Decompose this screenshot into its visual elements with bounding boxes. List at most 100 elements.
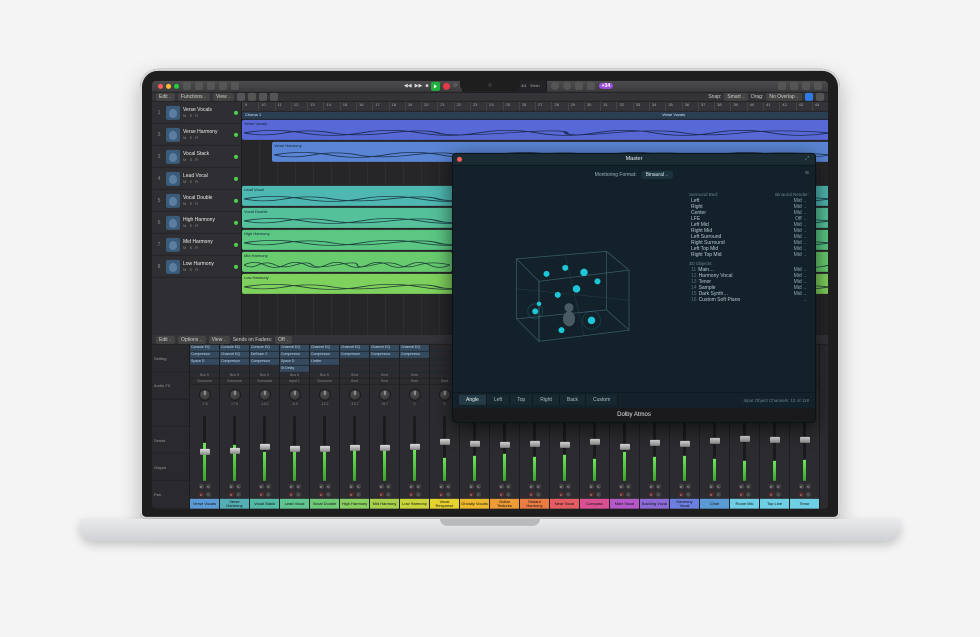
ruler-tick[interactable]: 13: [307, 102, 323, 111]
monitor-format-select[interactable]: Binaural: [641, 170, 674, 178]
channel-name[interactable]: High Harmony: [340, 498, 369, 508]
insert-slot[interactable]: DeEsser 2: [250, 352, 279, 359]
channel-name[interactable]: Vocal Double: [310, 498, 339, 508]
ruler-tick[interactable]: 34: [649, 102, 665, 111]
input-monitor-icon[interactable]: [234, 177, 238, 181]
view-menu[interactable]: View: [213, 93, 234, 101]
record-enable[interactable]: R: [709, 492, 714, 497]
track-header[interactable]: 3 Vocal StackM S R: [152, 146, 241, 168]
countin-icon[interactable]: [563, 82, 571, 90]
link-icon[interactable]: [270, 93, 278, 101]
ruler-tick[interactable]: 36: [682, 102, 698, 111]
insert-slot[interactable]: Compressor: [340, 352, 369, 359]
ruler-tick[interactable]: 23: [470, 102, 486, 111]
solo-button[interactable]: S: [296, 484, 301, 489]
play-button[interactable]: [431, 81, 440, 90]
solo-button[interactable]: S: [446, 484, 451, 489]
bar-ruler[interactable]: 9101112131415161718192021222324252627282…: [242, 102, 828, 112]
track-header[interactable]: 4 Lead VocalM S R: [152, 168, 241, 190]
input-monitor-icon[interactable]: [234, 155, 238, 159]
bed-channel-row[interactable]: Right Top MidMid: [689, 251, 809, 257]
record-enable[interactable]: R: [799, 492, 804, 497]
pan-knob[interactable]: [349, 389, 361, 401]
solo-button[interactable]: S: [626, 484, 631, 489]
solo-button[interactable]: S: [326, 484, 331, 489]
close-icon[interactable]: [158, 83, 163, 88]
input-button[interactable]: I: [266, 492, 271, 497]
track-header[interactable]: 8 Low HarmonyM S R: [152, 256, 241, 278]
toolbar-icon[interactable]: [231, 82, 239, 90]
input-button[interactable]: I: [656, 492, 661, 497]
ruler-tick[interactable]: 10: [258, 102, 274, 111]
record-enable[interactable]: R: [739, 492, 744, 497]
solo-button[interactable]: S: [686, 484, 691, 489]
insert-slot[interactable]: [400, 359, 429, 366]
ruler-tick[interactable]: 44: [812, 102, 828, 111]
input-button[interactable]: I: [386, 492, 391, 497]
insert-slot[interactable]: Channel EQ: [340, 345, 369, 352]
zoom-icon[interactable]: [805, 93, 813, 101]
mute-button[interactable]: M: [319, 484, 324, 489]
input-button[interactable]: I: [536, 492, 541, 497]
record-enable[interactable]: R: [289, 492, 294, 497]
ruler-tick[interactable]: 32: [616, 102, 632, 111]
solo-button[interactable]: S: [206, 484, 211, 489]
track-header[interactable]: 2 Verse HarmonyM S R: [152, 124, 241, 146]
insert-slot[interactable]: [250, 366, 279, 373]
mute-button[interactable]: M: [739, 484, 744, 489]
channel-strip[interactable]: Channel EQCompressorLimiter Bus 6 Surrou…: [310, 345, 340, 508]
insert-slot[interactable]: Channel EQ: [310, 345, 339, 352]
channel-name[interactable]: Ghostly Vocals: [460, 498, 489, 508]
record-enable[interactable]: R: [529, 492, 534, 497]
ruler-tick[interactable]: 29: [568, 102, 584, 111]
mixer-edit-menu[interactable]: Edit: [156, 336, 175, 344]
insert-slot[interactable]: Compressor: [310, 352, 339, 359]
insert-slot[interactable]: Space D: [280, 359, 309, 366]
mute-button[interactable]: M: [229, 484, 234, 489]
insert-slot[interactable]: Compressor: [250, 359, 279, 366]
record-enable[interactable]: R: [649, 492, 654, 497]
edit-menu[interactable]: Edit: [156, 93, 175, 101]
channel-name[interactable]: Low Harmony: [400, 498, 429, 508]
input-button[interactable]: I: [776, 492, 781, 497]
record-enable[interactable]: R: [589, 492, 594, 497]
ruler-tick[interactable]: 27: [535, 102, 551, 111]
insert-slot[interactable]: Console EQ: [190, 345, 219, 352]
ruler-tick[interactable]: 9: [242, 102, 258, 111]
insert-slot[interactable]: Compressor: [370, 352, 399, 359]
fader[interactable]: [370, 409, 399, 482]
master-vol-icon[interactable]: [587, 82, 595, 90]
channel-name[interactable]: Harmony Vocal: [670, 498, 699, 508]
ruler-tick[interactable]: 33: [633, 102, 649, 111]
insert-slot[interactable]: Compressor: [280, 352, 309, 359]
channel-strip[interactable]: Console EQCompressorSpace D Bus 5 Surrou…: [190, 345, 220, 508]
channel-name[interactable]: Top Line: [760, 498, 789, 508]
fader[interactable]: [340, 409, 369, 482]
mute-button[interactable]: M: [199, 484, 204, 489]
ruler-tick[interactable]: 14: [323, 102, 339, 111]
ruler-tick[interactable]: 22: [454, 102, 470, 111]
channel-name[interactable]: Vocal Response: [430, 498, 459, 508]
channel-name[interactable]: Choir: [700, 498, 729, 508]
mute-button[interactable]: M: [469, 484, 474, 489]
input-monitor-icon[interactable]: [234, 133, 238, 137]
mute-button[interactable]: M: [649, 484, 654, 489]
ruler-tick[interactable]: 43: [796, 102, 812, 111]
ruler-tick[interactable]: 38: [714, 102, 730, 111]
fader[interactable]: [220, 409, 249, 482]
input-monitor-icon[interactable]: [234, 111, 238, 115]
channel-strip[interactable]: Channel EQCompressor Smd Smd 0 MS RI Low…: [400, 345, 430, 508]
ruler-tick[interactable]: 42: [779, 102, 795, 111]
pan-knob[interactable]: [199, 389, 211, 401]
input-button[interactable]: I: [566, 492, 571, 497]
insert-slot[interactable]: [220, 366, 249, 373]
channel-name[interactable]: Compass: [580, 498, 609, 508]
arrangement-marker[interactable]: Chorus 1 Verse Vocals: [242, 112, 828, 120]
ruler-tick[interactable]: 24: [486, 102, 502, 111]
insert-slot[interactable]: Compressor: [220, 359, 249, 366]
channel-strip[interactable]: Console EQChannel EQCompressor Bus 5 Sur…: [220, 345, 250, 508]
input-button[interactable]: I: [296, 492, 301, 497]
input-monitor-icon[interactable]: [234, 199, 238, 203]
notes-icon[interactable]: [790, 82, 798, 90]
pan-knob[interactable]: [259, 389, 271, 401]
